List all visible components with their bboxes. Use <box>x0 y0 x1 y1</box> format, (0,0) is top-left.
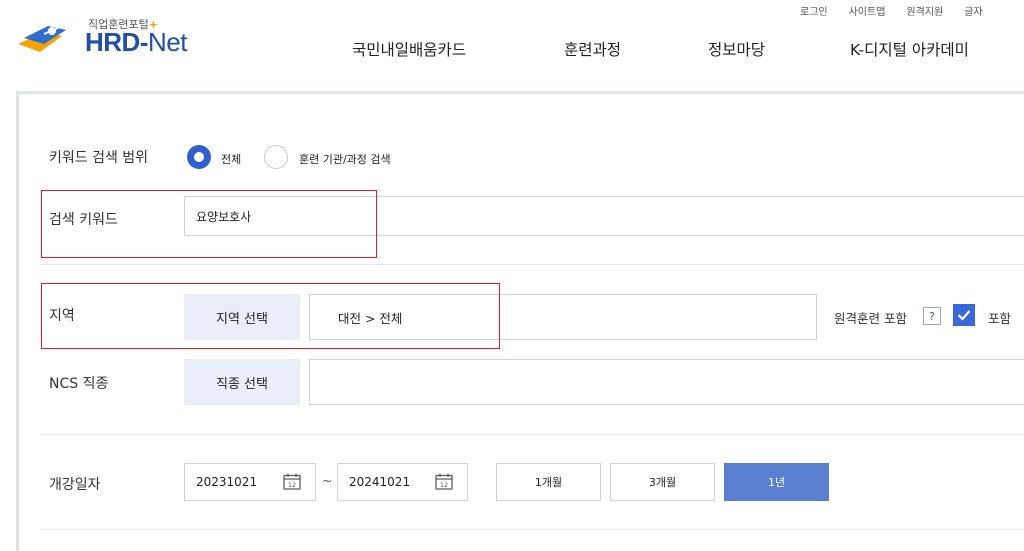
date-range-separator: ~ <box>322 474 333 488</box>
include-checkbox[interactable] <box>953 304 975 326</box>
period-3month-button[interactable]: 3개월 <box>610 463 715 501</box>
calendar-icon[interactable]: 12 <box>435 473 453 490</box>
date-to-value: 20241021 <box>349 475 411 489</box>
scope-institution-label[interactable]: 훈련 기관/과정 검색 <box>299 151 391 167</box>
main-nav: 국민내일배움카드 훈련과정 정보마당 K-디지털 아카데미 <box>0 38 1024 62</box>
sitemap-link[interactable]: 사이트맵 <box>849 3 886 18</box>
help-icon[interactable]: ? <box>923 307 941 325</box>
ncs-select-button[interactable]: 직종 선택 <box>184 359 300 405</box>
date-from-value: 20231021 <box>196 475 258 489</box>
highlight-box-keyword <box>41 190 377 258</box>
divider <box>40 434 1024 435</box>
login-link[interactable]: 로그인 <box>800 3 828 18</box>
scope-institution-radio[interactable] <box>264 145 288 169</box>
calendar-icon[interactable]: 12 <box>283 473 301 490</box>
nav-item-card[interactable]: 국민내일배움카드 <box>352 38 466 60</box>
nav-item-k-digital[interactable]: K-디지털 아카데미 <box>850 38 969 60</box>
divider <box>40 264 1024 265</box>
keyword-scope-label: 키워드 검색 범위 <box>49 150 149 166</box>
font-size-link[interactable]: 글자 <box>964 3 982 18</box>
include-label[interactable]: 포함 <box>988 308 1011 327</box>
utility-nav: 로그인 사이트맵 원격지원 글자 <box>800 3 1004 18</box>
divider <box>40 529 1024 530</box>
svg-text:12: 12 <box>440 481 448 489</box>
ncs-input[interactable] <box>309 359 1024 405</box>
period-1year-button[interactable]: 1년 <box>724 463 829 501</box>
remote-support-link[interactable]: 원격지원 <box>906 3 943 18</box>
highlight-box-region <box>41 283 500 349</box>
scope-all-radio[interactable] <box>187 145 211 169</box>
svg-text:12: 12 <box>288 481 296 489</box>
ncs-label: NCS 직종 <box>49 376 109 392</box>
site-header: 직업훈련포털+ HRD-Net 로그인 사이트맵 원격지원 글자 국민내일배움카… <box>0 0 1024 90</box>
start-date-label: 개강일자 <box>49 477 101 493</box>
scope-all-label[interactable]: 전체 <box>221 151 241 167</box>
remote-training-label: 원격훈련 포함 <box>834 311 907 326</box>
date-to-input[interactable]: 20241021 12 <box>337 463 468 501</box>
date-from-input[interactable]: 20231021 12 <box>184 463 316 501</box>
nav-item-info[interactable]: 정보마당 <box>708 38 765 60</box>
nav-item-courses[interactable]: 훈련과정 <box>564 38 621 60</box>
checkmark-icon <box>957 310 971 321</box>
period-1month-button[interactable]: 1개월 <box>496 463 601 501</box>
